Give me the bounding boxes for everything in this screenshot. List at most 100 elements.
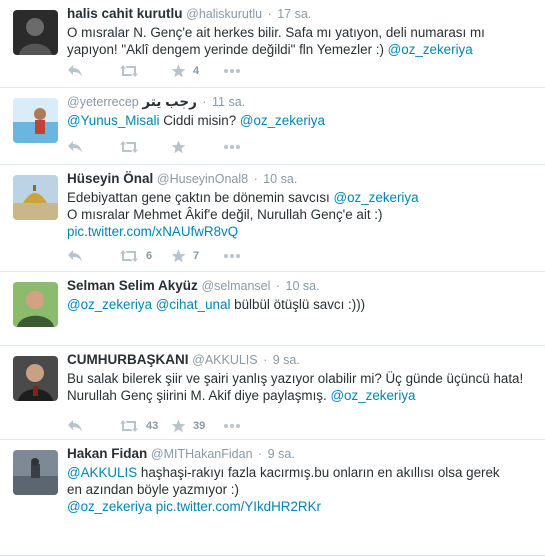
tweet[interactable]: Hakan Fidan @MITHakanFidan · 9 sa. @AKKUL… — [0, 440, 545, 556]
tweet-timestamp[interactable]: 10 sa. — [263, 172, 297, 186]
separator-dot: · — [198, 95, 211, 109]
avatar[interactable] — [13, 98, 58, 143]
tweet-actions: 67 — [67, 246, 253, 266]
retweet-icon — [119, 249, 139, 263]
tweet-link[interactable]: @oz_zekeriya — [67, 499, 152, 514]
retweet-icon — [119, 140, 139, 154]
more-button[interactable] — [223, 423, 253, 429]
author-fullname[interactable]: CUMHURBAŞKANI — [67, 352, 189, 367]
tweet-content: Hakan Fidan @MITHakanFidan · 9 sa. @AKKUL… — [67, 445, 531, 515]
tweet-text-segment: en azından böyle yazmıyor :) — [67, 482, 239, 497]
tweet-text-line: yapıyon! "Aklî dengem yerinde değildi" f… — [67, 41, 531, 58]
tweet-text-segment: yapıyon! "Aklî dengem yerinde değildi" f… — [67, 42, 388, 57]
author-username[interactable]: @haliskurutlu — [186, 7, 262, 21]
tweet-text-segment: Ciddi misin? — [159, 113, 240, 128]
tweet-text: O mısralar N. Genç'e ait herkes bilir. S… — [67, 24, 531, 58]
favorite-button[interactable] — [171, 140, 223, 154]
tweet-link[interactable]: @oz_zekeriya — [330, 388, 415, 403]
tweet-link[interactable]: @Yunus_Misali — [67, 113, 160, 128]
more-button[interactable] — [223, 253, 253, 259]
tweet-timestamp[interactable]: 9 sa. — [273, 353, 300, 367]
reply-button[interactable] — [67, 419, 119, 433]
tweet-text: Edebiyattan gene çaktın be dönemin savcı… — [67, 189, 531, 240]
tweet-link[interactable]: pic.twitter.com/xNAUfwR8vQ — [67, 224, 238, 239]
author-fullname[interactable]: Hakan Fidan — [67, 446, 147, 461]
author-fullname[interactable]: Hüseyin Önal — [67, 171, 153, 186]
tweet-text-segment: haşhaşi-rakıyı fazla kacırmış.bu onların… — [137, 465, 500, 480]
tweet-text-line: @Yunus_Misali Ciddi misin? @oz_zekeriya — [67, 112, 531, 129]
author-username[interactable]: @MITHakanFidan — [151, 447, 253, 461]
reply-button[interactable] — [67, 64, 119, 78]
tweet-timestamp[interactable]: 10 sa. — [286, 279, 320, 293]
tweet-timestamp[interactable]: 11 sa. — [212, 95, 245, 109]
avatar[interactable] — [13, 450, 58, 495]
more-icon — [223, 68, 241, 74]
retweet-button[interactable] — [119, 64, 171, 78]
retweet-icon — [119, 419, 139, 433]
tweet-link[interactable]: pic.twitter.com/YIkdHR2RKr — [156, 499, 321, 514]
reply-button[interactable] — [67, 249, 119, 263]
author-fullname[interactable]: Selman Selim Akyüz — [67, 278, 198, 293]
tweet-text-line: @AKKULIS haşhaşi-rakıyı fazla kacırmış.b… — [67, 464, 531, 481]
favorite-count: 7 — [193, 250, 200, 262]
separator-dot: · — [272, 279, 284, 293]
tweet-link[interactable]: @AKKULIS — [67, 465, 137, 480]
retweet-button[interactable] — [119, 140, 171, 154]
author-fullname[interactable]: halis cahit kurutlu — [67, 6, 183, 21]
favorite-button[interactable]: 7 — [171, 249, 223, 263]
reply-icon — [67, 140, 83, 154]
tweet-link[interactable]: @cihat_unal — [156, 297, 231, 312]
favorite-button[interactable]: 4 — [171, 64, 223, 78]
favorite-count: 4 — [193, 65, 200, 77]
reply-button[interactable] — [67, 140, 119, 154]
tweet-link[interactable]: @oz_zekeriya — [240, 113, 325, 128]
tweet[interactable]: Hüseyin Önal @HuseyinOnal8 · 10 sa. Edebi… — [0, 165, 545, 272]
tweet[interactable]: CUMHURBAŞKANI @AKKULIS · 9 sa. Bu salak b… — [0, 346, 545, 440]
reply-icon — [67, 64, 83, 78]
tweet-text-segment: O mısralar Mehmet Âkif'e değil, Nurullah… — [67, 207, 383, 222]
reply-icon — [67, 419, 83, 433]
tweet[interactable]: halis cahit kurutlu @haliskurutlu · 17 s… — [0, 0, 545, 88]
retweet-button[interactable]: 6 — [119, 249, 171, 263]
tweet-text-line: pic.twitter.com/xNAUfwR8vQ — [67, 223, 531, 240]
tweet[interactable]: Selman Selim Akyüz @selmansel · 10 sa. @o… — [0, 272, 545, 346]
star-icon — [171, 140, 186, 154]
tweet-header: CUMHURBAŞKANI @AKKULIS · 9 sa. — [67, 351, 531, 369]
tweet-actions — [67, 137, 253, 157]
tweet-actions: 4 — [67, 61, 253, 81]
more-icon — [223, 253, 241, 259]
tweet-text-line: @oz_zekeriya @cihat_unal bülbül ötüşlü s… — [67, 296, 531, 313]
more-button[interactable] — [223, 68, 253, 74]
separator-dot: · — [259, 353, 271, 367]
tweet-content: Hüseyin Önal @HuseyinOnal8 · 10 sa. Edebi… — [67, 170, 531, 240]
author-username[interactable]: @yeterrecep — [67, 95, 139, 109]
more-button[interactable] — [223, 144, 253, 150]
retweet-button[interactable]: 43 — [119, 419, 171, 433]
avatar[interactable] — [13, 356, 58, 401]
tweet-text-line: @oz_zekeriya pic.twitter.com/YIkdHR2RKr — [67, 498, 531, 515]
tweet-content: halis cahit kurutlu @haliskurutlu · 17 s… — [67, 5, 531, 58]
avatar[interactable] — [13, 282, 58, 327]
favorite-button[interactable]: 39 — [171, 419, 223, 433]
author-display-name[interactable]: رجب يتر — [142, 94, 197, 109]
star-icon — [171, 249, 186, 263]
tweet-timestamp[interactable]: 17 sa. — [277, 7, 311, 21]
tweet-link[interactable]: @oz_zekeriya — [67, 297, 152, 312]
author-username[interactable]: @selmansel — [201, 279, 270, 293]
separator-dot: · — [250, 172, 262, 186]
author-username[interactable]: @AKKULIS — [192, 353, 258, 367]
avatar[interactable] — [13, 10, 58, 55]
tweet-link[interactable]: @oz_zekeriya — [334, 190, 419, 205]
tweet[interactable]: @yeterrecep رجب يتر · 11 sa. @Yunus_Misal… — [0, 88, 545, 165]
tweet-link[interactable]: @oz_zekeriya — [388, 42, 473, 57]
tweet-header: halis cahit kurutlu @haliskurutlu · 17 s… — [67, 5, 531, 23]
separator-dot: · — [264, 7, 276, 21]
separator-dot: · — [254, 447, 266, 461]
tweet-content: CUMHURBAŞKANI @AKKULIS · 9 sa. Bu salak b… — [67, 351, 531, 404]
tweet-text-segment: bülbül ötüşlü savcı :))) — [230, 297, 366, 312]
more-icon — [223, 423, 241, 429]
author-username[interactable]: @HuseyinOnal8 — [157, 172, 248, 186]
tweet-content: Selman Selim Akyüz @selmansel · 10 sa. @o… — [67, 277, 531, 313]
tweet-timestamp[interactable]: 9 sa. — [268, 447, 295, 461]
avatar[interactable] — [13, 175, 58, 220]
